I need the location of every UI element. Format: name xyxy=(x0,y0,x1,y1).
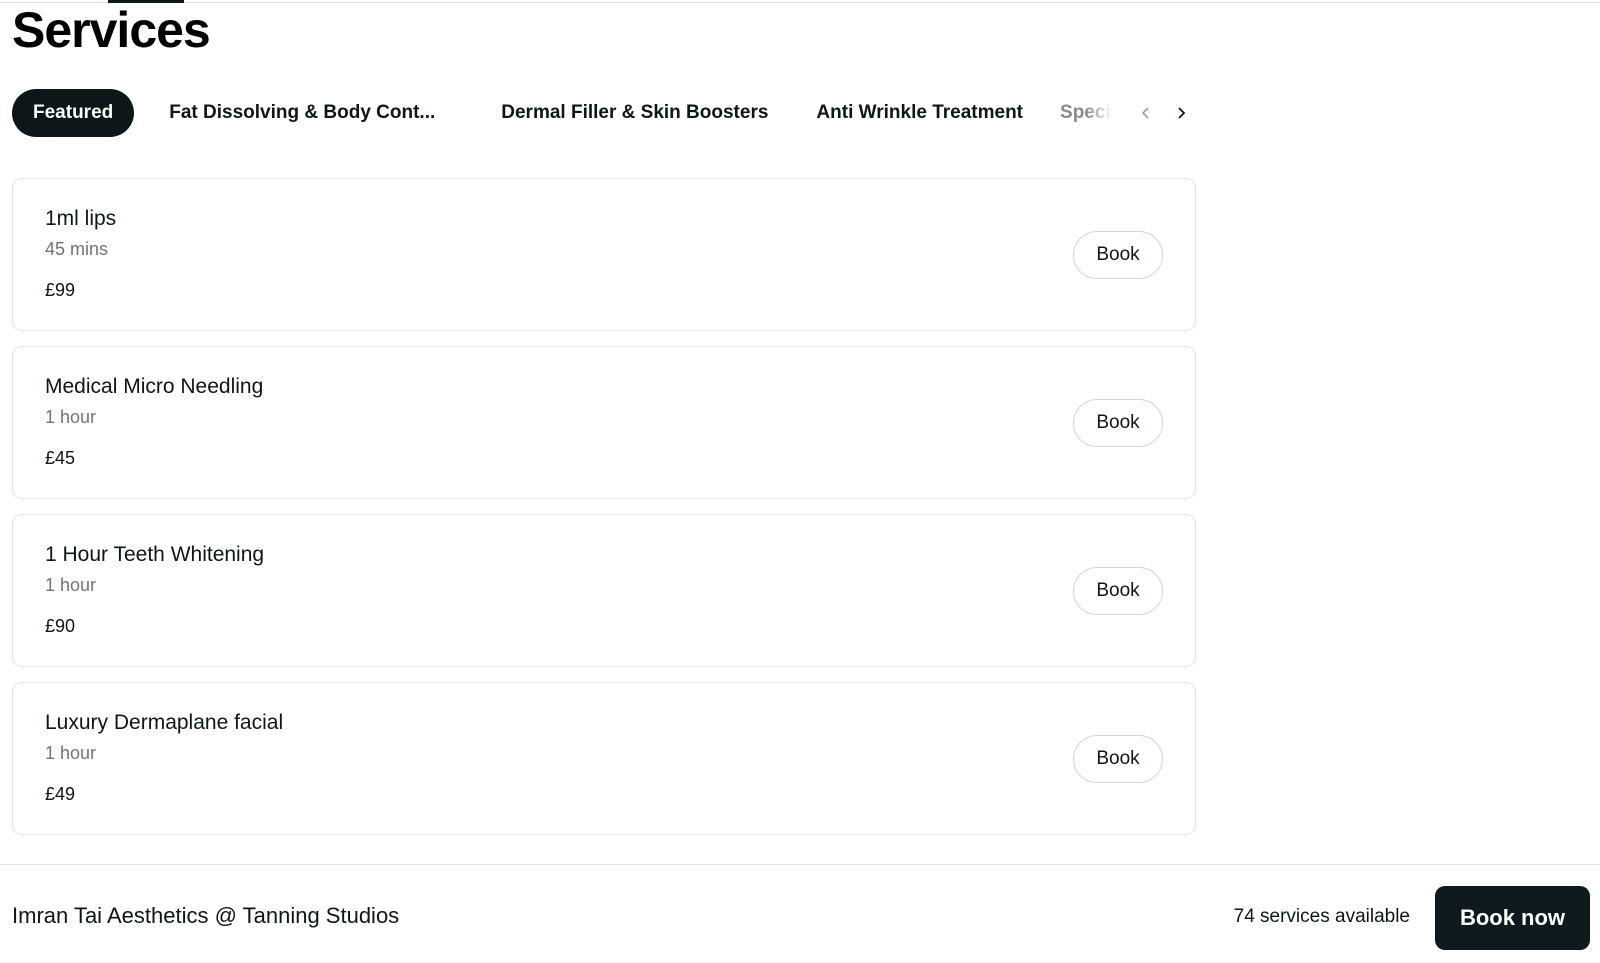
chevron-right-icon xyxy=(1178,107,1186,119)
tab-specials[interactable]: Specia xyxy=(1060,89,1112,137)
top-divider xyxy=(0,2,1600,3)
tab-fat-dissolving[interactable]: Fat Dissolving & Body Cont... xyxy=(148,89,456,137)
category-tabs: Featured Fat Dissolving & Body Cont... D… xyxy=(12,89,1196,137)
tabs-next-button[interactable] xyxy=(1167,95,1196,131)
footer-divider xyxy=(0,864,1600,865)
tab-anti-wrinkle[interactable]: Anti Wrinkle Treatment xyxy=(795,89,1044,137)
book-now-button[interactable]: Book now xyxy=(1435,886,1590,950)
service-duration: 1 hour xyxy=(45,407,97,427)
service-name: 1 Hour Teeth Whitening xyxy=(45,543,265,566)
service-price: £99 xyxy=(45,280,76,300)
service-duration: 1 hour xyxy=(45,575,97,595)
services-count: 74 services available xyxy=(1233,906,1410,927)
tab-featured[interactable]: Featured xyxy=(12,89,135,137)
tabs-prev-button[interactable] xyxy=(1132,95,1161,131)
service-duration: 1 hour xyxy=(45,743,97,763)
book-button[interactable]: Book xyxy=(1073,735,1163,783)
service-price: £45 xyxy=(45,448,76,468)
service-price: £90 xyxy=(45,616,76,636)
book-button[interactable]: Book xyxy=(1073,399,1163,447)
services-list: 1ml lips 45 mins £99 Book Medical Micro … xyxy=(12,178,1196,850)
tab-dermal-filler[interactable]: Dermal Filler & Skin Boosters xyxy=(480,89,789,137)
business-name: Imran Tai Aesthetics @ Tanning Studios xyxy=(12,903,400,928)
service-card[interactable]: 1ml lips 45 mins £99 Book xyxy=(12,178,1196,331)
chevron-left-icon xyxy=(1142,107,1149,119)
page-title: Services xyxy=(12,2,211,58)
service-name: Medical Micro Needling xyxy=(45,375,264,398)
book-button[interactable]: Book xyxy=(1073,231,1163,279)
service-duration: 45 mins xyxy=(45,239,109,259)
book-button[interactable]: Book xyxy=(1073,567,1163,615)
service-price: £49 xyxy=(45,784,76,804)
service-card[interactable]: 1 Hour Teeth Whitening 1 hour £90 Book xyxy=(12,514,1196,667)
service-name: Luxury Dermaplane facial xyxy=(45,711,284,734)
service-card[interactable]: Medical Micro Needling 1 hour £45 Book xyxy=(12,346,1196,499)
service-card[interactable]: Luxury Dermaplane facial 1 hour £49 Book xyxy=(12,682,1196,835)
service-name: 1ml lips xyxy=(45,207,117,230)
